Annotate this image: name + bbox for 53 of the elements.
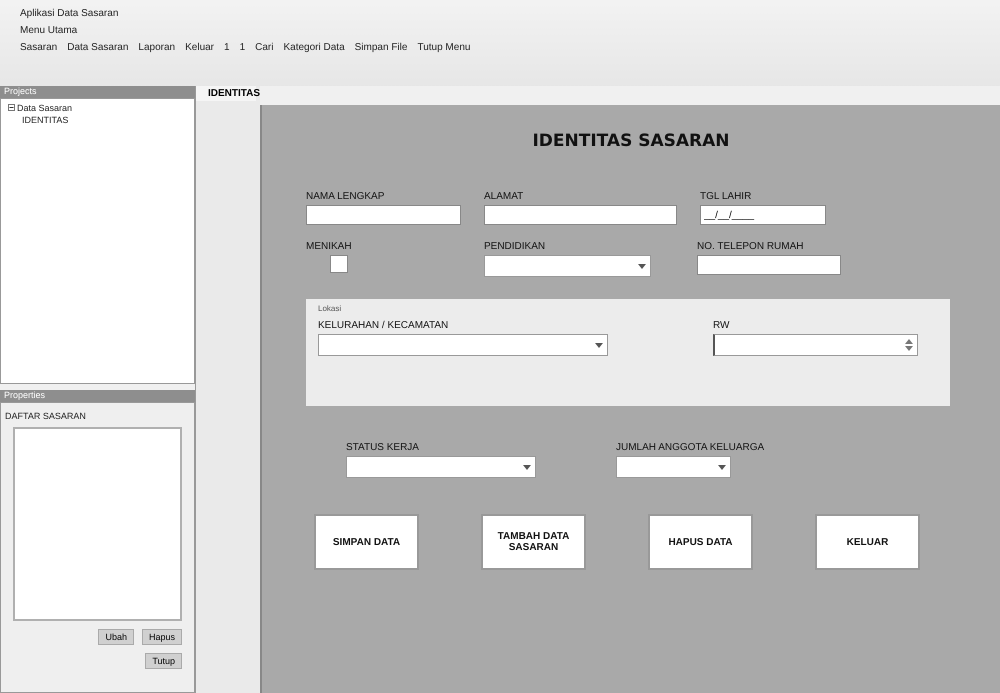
toolbar-item[interactable]: Kategori Data bbox=[283, 42, 345, 53]
form-button[interactable]: HAPUS DATA bbox=[648, 514, 753, 570]
field-label: RW bbox=[713, 320, 730, 331]
toolbar-item[interactable]: Laporan bbox=[138, 42, 176, 53]
panel-button[interactable]: Tutup bbox=[145, 653, 182, 669]
caret-icon bbox=[595, 342, 603, 348]
form-button[interactable]: SIMPAN DATA bbox=[314, 514, 419, 570]
toolbar-item[interactable]: Sasaran bbox=[20, 42, 58, 53]
field-label: KELURAHAN / KECAMATAN bbox=[318, 320, 450, 331]
list-box[interactable] bbox=[13, 427, 182, 621]
date-field[interactable]: __/__/____ bbox=[700, 205, 826, 225]
text-field[interactable] bbox=[484, 205, 677, 225]
dropdown[interactable] bbox=[318, 334, 608, 356]
tree-item[interactable]: IDENTITAS bbox=[22, 115, 68, 125]
spinner-field[interactable] bbox=[713, 334, 918, 356]
toolbar-item[interactable]: 1 bbox=[224, 42, 230, 53]
spinner-arrows-icon bbox=[905, 339, 913, 351]
caret-icon bbox=[638, 264, 646, 268]
field-label: MENIKAH bbox=[306, 241, 353, 252]
field-label: ALAMAT bbox=[484, 191, 524, 202]
field-label: JUMLAH ANGGOTA KELUARGA bbox=[616, 442, 764, 453]
toolbar-item[interactable]: Tutup Menu bbox=[417, 42, 470, 53]
dropdown[interactable] bbox=[616, 456, 731, 478]
list-label: DAFTAR SASARAN bbox=[4, 410, 87, 421]
collapse-icon[interactable] bbox=[8, 104, 15, 111]
text-field[interactable] bbox=[306, 205, 461, 225]
dropdown[interactable] bbox=[346, 456, 536, 478]
form-title: IDENTITAS SASARAN bbox=[532, 131, 730, 151]
group-title: Lokasi bbox=[318, 304, 342, 313]
toolbar-item[interactable]: Cari bbox=[255, 42, 274, 53]
form-button[interactable]: TAMBAH DATA SASARAN bbox=[481, 514, 586, 570]
caret-icon bbox=[523, 464, 531, 470]
menu-text[interactable]: Aplikasi Data Sasaran bbox=[20, 8, 980, 19]
dropdown[interactable] bbox=[484, 255, 651, 277]
tree-item[interactable]: Data Sasaran bbox=[17, 103, 72, 113]
menu-text[interactable]: Menu Utama bbox=[20, 25, 980, 36]
toolbar-item[interactable]: Keluar bbox=[185, 42, 214, 53]
toolbar-item[interactable]: Simpan File bbox=[354, 42, 408, 53]
field-label: NO. TELEPON RUMAH bbox=[697, 241, 804, 252]
form-button[interactable]: KELUAR bbox=[815, 514, 920, 570]
field-label: TGL LAHIR bbox=[700, 191, 752, 202]
toolbar-item[interactable]: Data Sasaran bbox=[67, 42, 128, 53]
panel-title: Projects bbox=[0, 86, 195, 98]
caret-icon bbox=[718, 464, 726, 470]
text-field[interactable] bbox=[697, 255, 841, 275]
panel-button[interactable]: Ubah bbox=[98, 629, 134, 645]
checkbox[interactable] bbox=[330, 255, 348, 273]
panel-button[interactable]: Hapus bbox=[142, 629, 182, 645]
field-label: PENDIDIKAN bbox=[484, 241, 546, 252]
field-label: STATUS KERJA bbox=[346, 442, 420, 453]
field-label: NAMA LENGKAP bbox=[306, 191, 386, 202]
panel-title: Properties bbox=[0, 390, 195, 402]
toolbar-item[interactable]: 1 bbox=[240, 42, 246, 53]
